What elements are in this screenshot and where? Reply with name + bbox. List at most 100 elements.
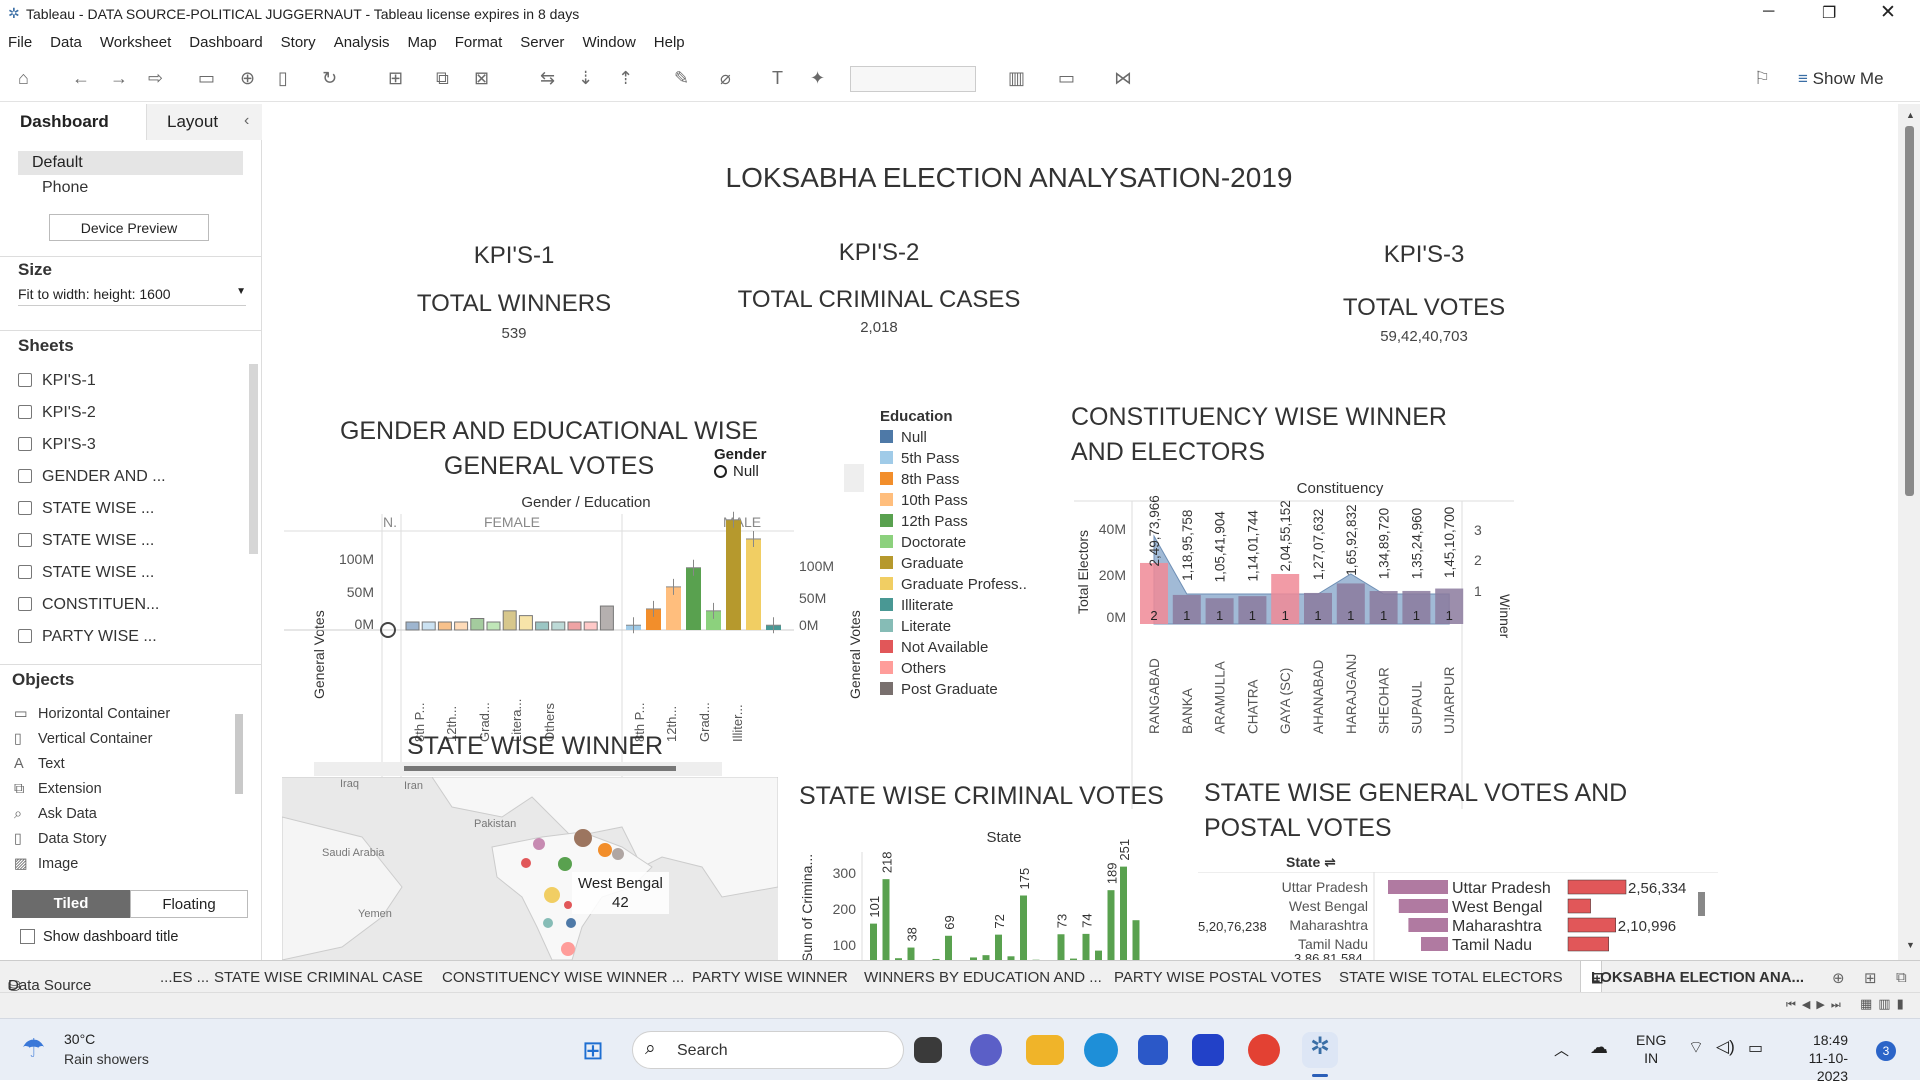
sheet-tab[interactable]: PARTY WISE POSTAL VOTES [1114,969,1322,986]
state-mark[interactable] [598,843,612,857]
edge-icon[interactable] [1084,1033,1118,1067]
object-vertical-container[interactable]: ▯Vertical Container [14,731,152,747]
menu-data[interactable]: Data [42,30,92,51]
bar[interactable] [487,622,500,630]
state-mark[interactable] [561,942,575,956]
bar[interactable] [471,619,484,631]
weather-desc[interactable]: Rain showers [64,1051,149,1067]
general-bar[interactable] [1399,899,1448,913]
app-icon[interactable] [1192,1034,1224,1066]
scrollbar-thumb[interactable] [1905,126,1914,496]
tiled-button[interactable]: Tiled [12,890,130,918]
clear-sheet-icon[interactable]: ⊠ [474,68,489,89]
sheet-tab[interactable]: PARTY WISE WINNER [692,969,848,986]
bar[interactable] [1083,934,1090,960]
object-data-story[interactable]: ▯Data Story [14,831,107,847]
device-default[interactable]: Default [18,151,243,175]
menu-map[interactable]: Map [400,30,447,51]
new-worksheet-icon[interactable]: ⊞ [388,68,403,89]
bar[interactable] [438,622,451,630]
bar[interactable] [552,622,565,630]
volume-icon[interactable]: ◁) [1716,1037,1735,1057]
sheet-item[interactable]: KPI'S-1 [18,372,96,390]
tab-nav-icons[interactable]: ⏮◀▶⏭ [1786,998,1847,1012]
save-icon[interactable]: ▭ [198,68,215,89]
legend-item[interactable]: 8th Pass [880,469,1027,490]
pin-icon[interactable]: ✦ [810,68,825,89]
legend-item[interactable]: Doctorate [880,532,1027,553]
state-winner-map[interactable]: Iraq Iran Pakistan Saudi Arabia Yemen We… [282,777,778,960]
weather-icon[interactable]: ☂ [22,1033,45,1064]
device-preview-button[interactable]: Device Preview [49,214,209,241]
sort-asc-icon[interactable]: ⇣ [578,68,593,89]
new-datasource-icon[interactable]: ⊕ [240,68,255,89]
state-mark[interactable] [533,838,545,850]
onedrive-icon[interactable]: ☁ [1590,1037,1608,1058]
new-dashboard-tab-icon[interactable]: ⊞ [1864,969,1877,987]
sheet-item[interactable]: STATE WISE ... [18,532,154,550]
bar[interactable] [883,879,890,960]
close-button[interactable]: ✕ [1880,1,1896,24]
menu-window[interactable]: Window [574,30,645,51]
legend-item[interactable]: Post Graduate [880,679,1027,700]
state-mark[interactable] [566,918,576,928]
labels-icon[interactable]: T [772,68,783,89]
scroll-up-icon[interactable]: ▲ [1906,110,1915,120]
bar[interactable] [1120,867,1127,960]
wifi-icon[interactable]: ⌔ [1688,1037,1704,1058]
sheet-item[interactable]: GENDER AND ... [18,468,166,486]
bar[interactable] [455,622,468,630]
menu-help[interactable]: Help [646,30,695,51]
state-mark[interactable] [574,829,592,847]
menu-file[interactable]: File [0,30,42,51]
bar[interactable] [945,936,952,960]
sheet-item[interactable]: PARTY WISE ... [18,628,157,646]
legend-item[interactable]: Graduate Profess.. [880,574,1027,595]
format-painter-icon[interactable]: ⚐ [1754,68,1770,89]
state-mark[interactable] [612,848,624,860]
bar[interactable] [568,622,581,630]
state-mark[interactable] [521,858,531,868]
new-worksheet-tab-icon[interactable]: ⊕ [1832,969,1845,987]
sheet-tab[interactable]: WINNERS BY EDUCATION AND ... [864,969,1102,986]
size-dropdown[interactable]: Fit to width: height: 1600▼ [18,286,246,306]
legend-item[interactable]: 5th Pass [880,448,1027,469]
menu-analysis[interactable]: Analysis [326,30,400,51]
sheet-item[interactable]: CONSTITUEN... [18,596,159,614]
legend-item[interactable]: Null [880,427,1027,448]
object-image[interactable]: ▨Image [14,856,78,872]
bar[interactable] [1108,890,1115,960]
menu-worksheet[interactable]: Worksheet [92,30,181,51]
forward-icon[interactable]: ⇨ [148,68,163,89]
bar[interactable] [600,606,613,630]
undo-icon[interactable]: ← [72,68,90,89]
sort-desc-icon[interactable]: ⇡ [618,68,633,89]
chrome-icon[interactable] [1248,1034,1280,1066]
sheet-item[interactable]: KPI'S-2 [18,404,96,422]
object-text[interactable]: AText [14,756,65,772]
sheet-tab[interactable]: CONSTITUENCY WISE WINNER ... [442,969,684,986]
bar[interactable] [908,948,915,960]
bar[interactable] [1095,951,1102,960]
start-icon[interactable]: ⊞ [582,1035,604,1066]
sheet-tab[interactable]: STATE WISE TOTAL ELECTORS [1339,969,1563,986]
collapse-icon[interactable]: ‹ [244,112,249,130]
pause-icon[interactable]: ▯ [278,68,288,89]
refresh-icon[interactable]: ↻ [322,68,337,89]
bar[interactable] [870,924,877,960]
redo-icon[interactable]: → [110,68,128,89]
battery-icon[interactable]: ▭ [1748,1038,1763,1058]
duplicate-icon[interactable]: ⧉ [436,68,449,89]
menu-format[interactable]: Format [447,30,513,51]
bar[interactable] [995,935,1002,960]
legend-item[interactable]: 12th Pass [880,511,1027,532]
view-mode-icons[interactable]: ▦▥▮ [1860,996,1910,1012]
taskbar-search[interactable]: ⌕ Search [632,1031,904,1069]
legend-item[interactable]: Not Available [880,637,1027,658]
state-mark[interactable] [558,857,572,871]
postal-bar[interactable] [1568,918,1616,932]
postal-bar[interactable] [1568,899,1591,913]
general-bar[interactable] [1408,918,1448,932]
tray-chevron-icon[interactable]: ︿ [1554,1039,1569,1060]
show-title-checkbox[interactable]: Show dashboard title [20,929,178,945]
